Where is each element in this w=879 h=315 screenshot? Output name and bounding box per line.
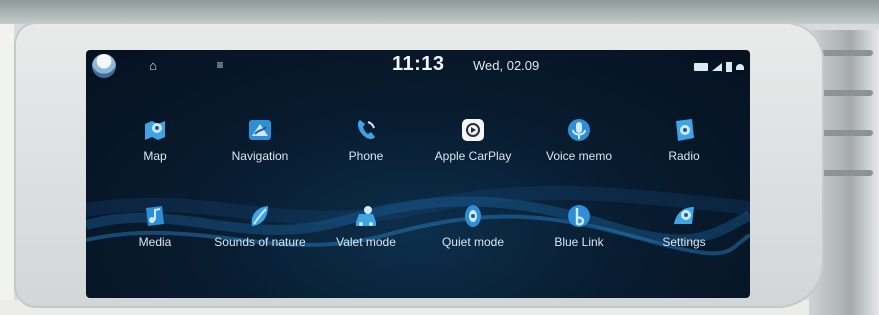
quiet-mode-icon (465, 205, 481, 227)
app-label: Quiet mode (441, 235, 505, 249)
dashboard-background (0, 0, 879, 24)
signal-icon (712, 63, 722, 71)
app-tile-apple-carplay[interactable]: Apple CarPlay (425, 116, 521, 186)
app-tile-valet-mode[interactable]: Valet mode (318, 202, 414, 272)
infotainment-screen: ⌂ ≡ 11:13 Wed, 02.09 Map Navigation Phon… (86, 50, 750, 298)
app-tile-sounds-of-nature[interactable]: Sounds of nature (212, 202, 308, 272)
app-label: Media (138, 235, 172, 249)
menu-icon[interactable]: ≡ (213, 58, 227, 72)
app-label: Valet mode (336, 235, 396, 249)
settings-icon (674, 207, 694, 224)
app-label: Radio (668, 149, 700, 163)
app-label: Navigation (231, 149, 289, 163)
app-label: Blue Link (554, 235, 604, 249)
radio-icon (676, 119, 694, 141)
system-status-icons (694, 60, 744, 74)
clock: 11:13 (392, 53, 445, 75)
bluetooth-icon (726, 62, 732, 72)
app-label: Sounds of nature (214, 235, 306, 249)
app-tile-settings[interactable]: Settings (636, 202, 732, 272)
phone-icon (357, 120, 375, 139)
media-icon (146, 206, 164, 226)
app-label: Settings (662, 235, 706, 249)
voice-memo-icon (568, 119, 590, 141)
carplay-icon (462, 119, 484, 141)
date: Wed, 02.09 (473, 58, 540, 73)
valet-mode-icon (356, 206, 376, 226)
app-tile-navigation[interactable]: Navigation (212, 116, 308, 186)
profile-avatar[interactable] (92, 54, 116, 78)
blue-link-icon (568, 205, 590, 227)
app-tile-quiet-mode[interactable]: Quiet mode (425, 202, 521, 272)
navigation-icon (249, 120, 271, 140)
sounds-of-nature-icon (251, 206, 268, 226)
app-label: Map (143, 149, 167, 163)
app-label: Apple CarPlay (434, 149, 512, 163)
app-tile-radio[interactable]: Radio (636, 116, 732, 186)
battery-icon (694, 63, 708, 71)
app-tile-blue-link[interactable]: Blue Link (531, 202, 627, 272)
map-icon (145, 121, 165, 140)
app-label: Phone (348, 149, 384, 163)
app-tile-map[interactable]: Map (107, 116, 203, 186)
app-tile-phone[interactable]: Phone (318, 116, 414, 186)
app-label: Voice memo (545, 149, 613, 163)
app-tile-media[interactable]: Media (107, 202, 203, 272)
home-icon[interactable]: ⌂ (146, 58, 160, 73)
status-bar: ⌂ ≡ 11:13 Wed, 02.09 (86, 50, 750, 88)
wifi-icon (736, 64, 744, 70)
app-tile-voice-memo[interactable]: Voice memo (531, 116, 627, 186)
frame-edge (0, 24, 14, 315)
